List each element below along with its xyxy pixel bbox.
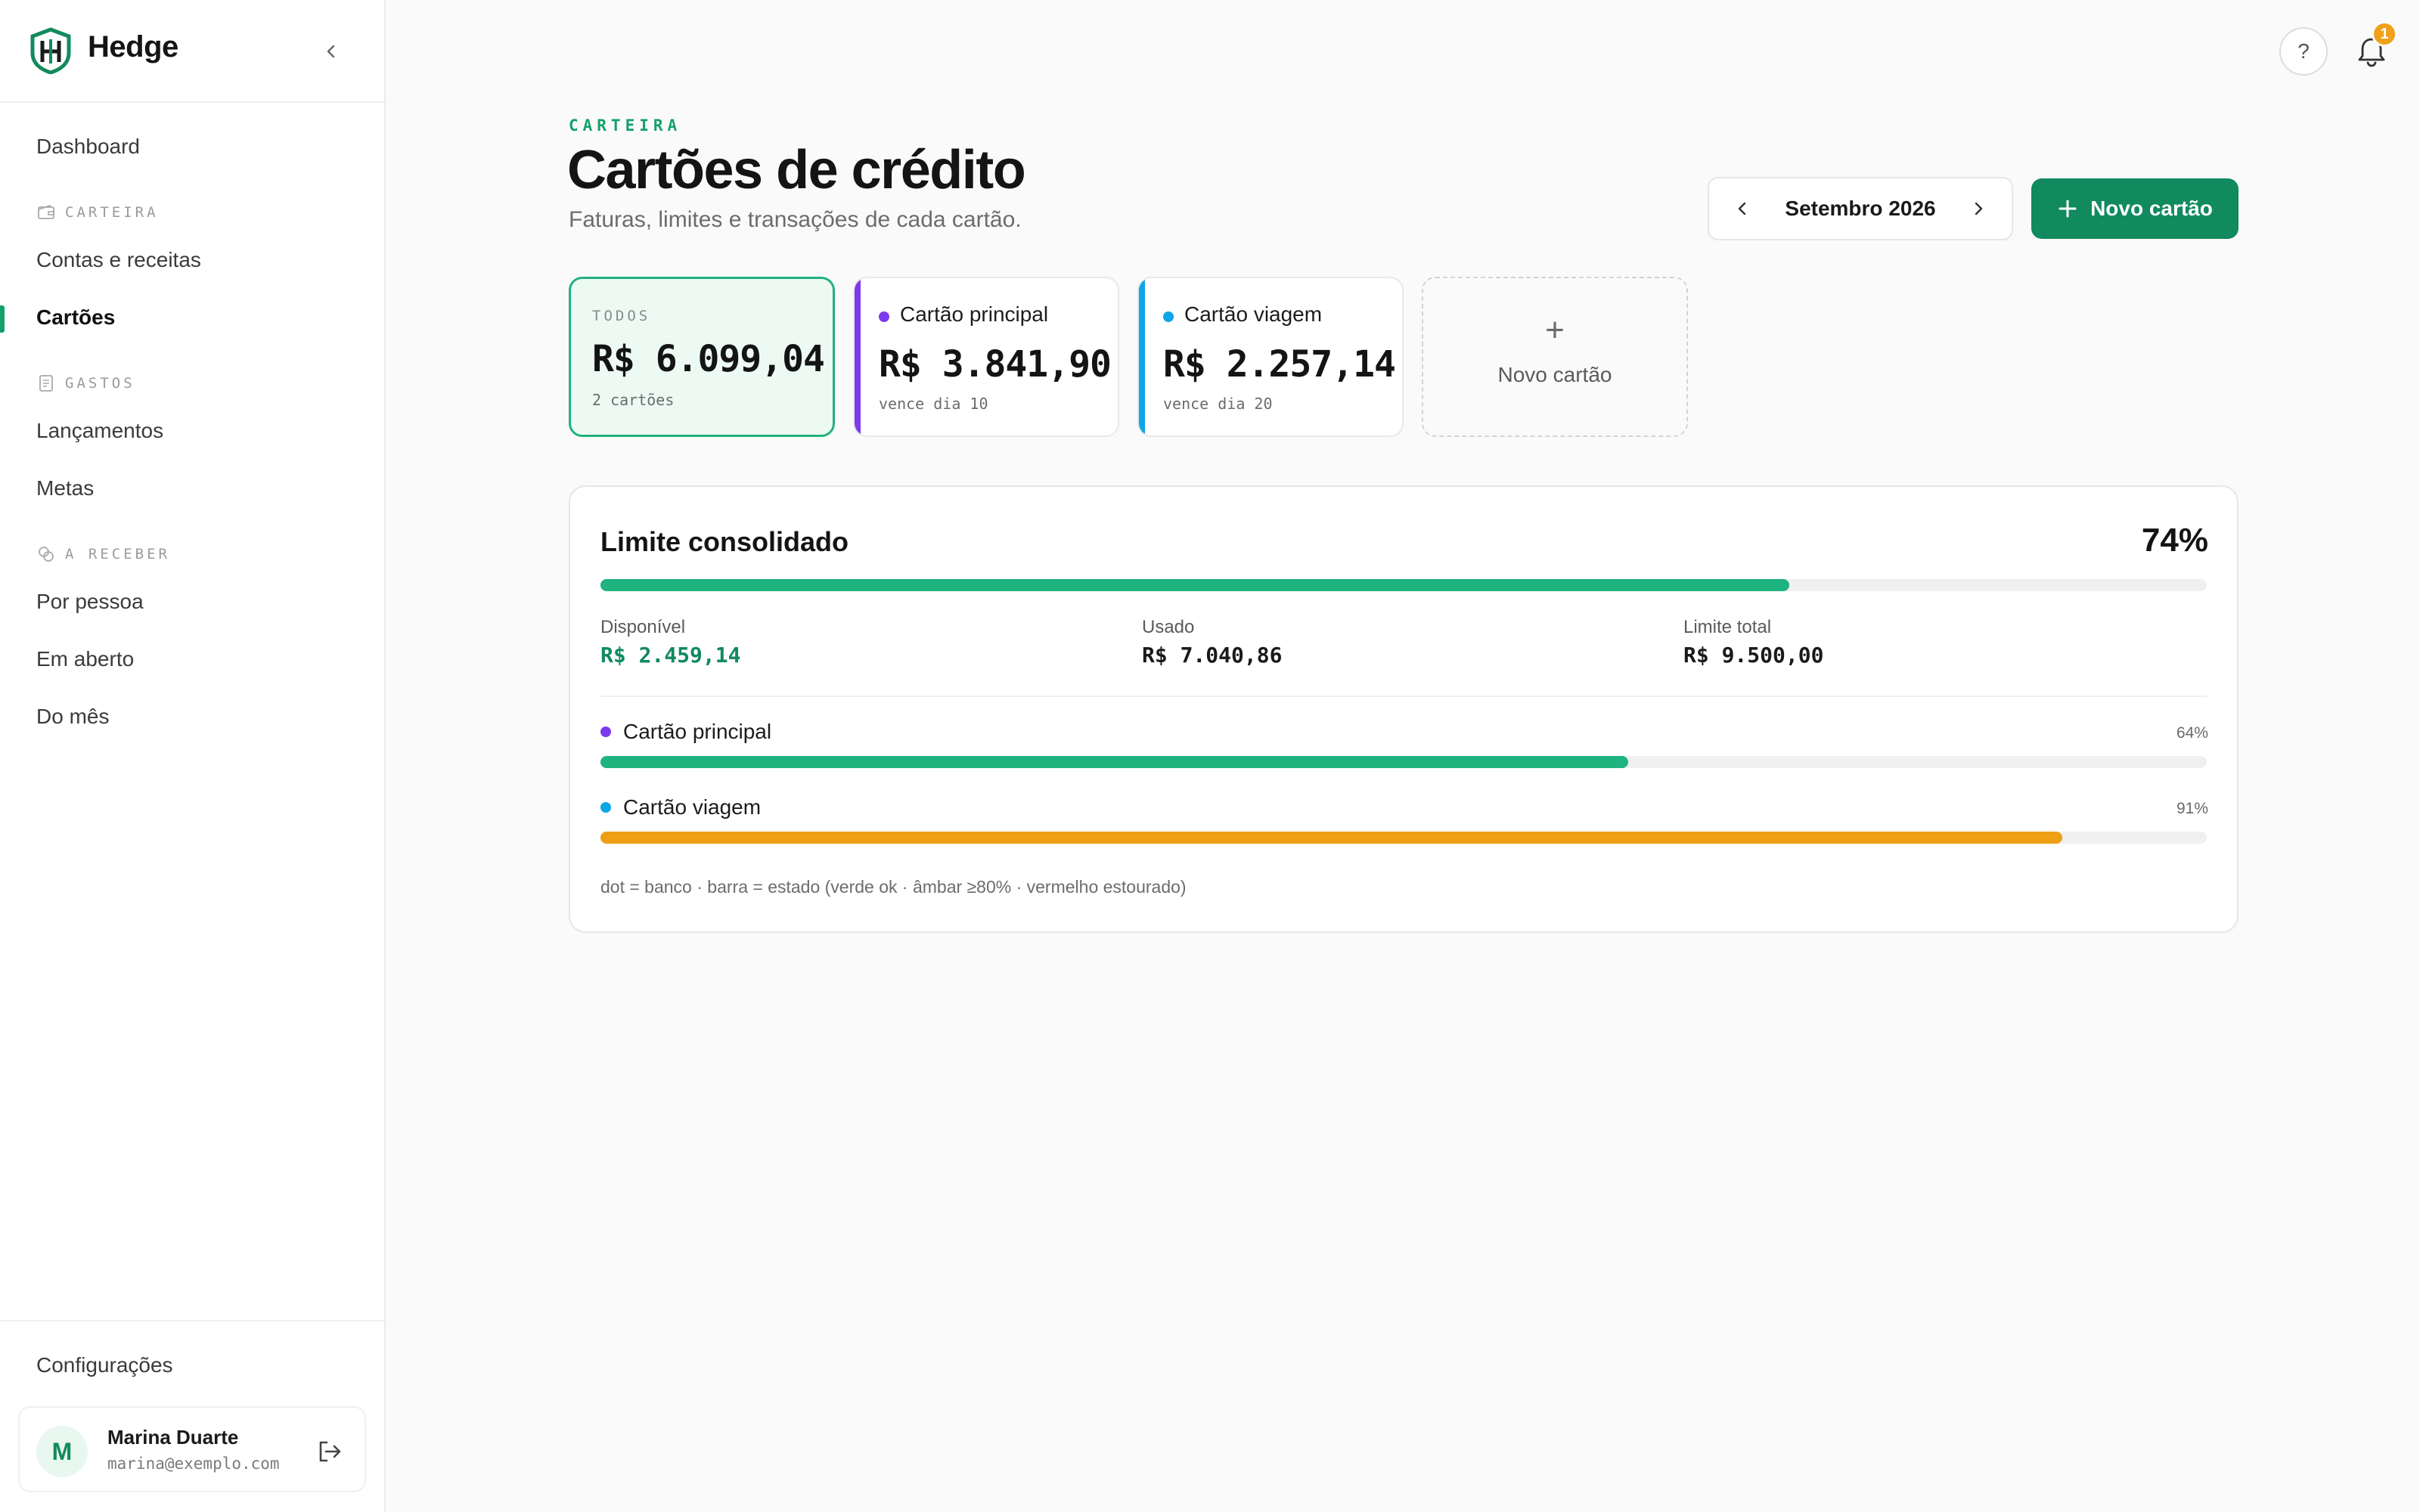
stat-used: Usado R$ 7.040,86 (1142, 617, 1282, 668)
chevron-left-icon (1738, 202, 1746, 215)
nav-contas-e-receitas[interactable]: Contas e receitas (36, 248, 201, 272)
active-indicator (0, 305, 5, 333)
nav-do-mes[interactable]: Do mês (36, 705, 109, 729)
logout-button[interactable] (313, 1435, 346, 1468)
section-label-text: A RECEBER (65, 546, 170, 562)
stat-label: Usado (1142, 617, 1195, 637)
bank-dot (600, 727, 611, 737)
notification-badge: 1 (2372, 21, 2397, 47)
sidebar: Hedge Dashboard CARTEIRA Contas e receit… (0, 0, 386, 1512)
hedge-logo-icon (30, 27, 71, 74)
nav-dashboard[interactable]: Dashboard (36, 135, 140, 159)
wallet-icon (38, 204, 54, 219)
limits-title: Limite consolidado (600, 526, 849, 557)
stat-value: R$ 2.459,14 (600, 643, 741, 668)
row-label-principal: Cartão principal (600, 720, 771, 744)
nav-por-pessoa[interactable]: Por pessoa (36, 590, 144, 614)
stat-label: Limite total (1683, 617, 1772, 637)
card-all[interactable]: TODOS R$ 6.099,04 2 cartões (569, 277, 835, 437)
bank-dot (1163, 311, 1174, 322)
nav-cartoes[interactable]: Cartões (36, 305, 115, 330)
card-amount: R$ 6.099,04 (592, 338, 825, 380)
coins-icon (39, 547, 54, 562)
consolidated-progress-track (600, 579, 2207, 591)
stat-value: R$ 9.500,00 (1683, 643, 1824, 668)
month-picker: Setembro 2026 (1708, 177, 2013, 240)
user-name: Marina Duarte (107, 1426, 239, 1448)
collapse-sidebar-button[interactable] (316, 36, 346, 67)
card-count: 2 cartões (592, 391, 675, 409)
nav-configuracoes[interactable]: Configurações (36, 1353, 173, 1377)
row-percent: 91% (2176, 800, 2208, 817)
card-due: vence dia 10 (879, 395, 988, 413)
card-amount: R$ 2.257,14 (1163, 343, 1396, 386)
card-accent-bar (855, 278, 861, 435)
section-label-text: GASTOS (65, 375, 135, 392)
bank-dot (879, 311, 889, 322)
row-name: Cartão viagem (623, 795, 762, 819)
limits-percent: 74% (2141, 522, 2208, 559)
new-card-button[interactable]: Novo cartão (2031, 178, 2238, 239)
brand-header: Hedge (0, 0, 384, 103)
divider (600, 696, 2207, 697)
month-label: Setembro 2026 (1785, 197, 1936, 220)
card-progress-fill (600, 756, 1629, 768)
page-title: Cartões de crédito (567, 140, 1026, 200)
section-a-receber: A RECEBER (36, 544, 170, 564)
page-subtitle: Faturas, limites e transações de cada ca… (569, 207, 1022, 232)
card-eyebrow: TODOS (592, 308, 651, 324)
new-card-button-label: Novo cartão (2090, 197, 2213, 220)
nav-metas[interactable]: Metas (36, 476, 94, 500)
chevron-right-icon (1975, 202, 1983, 215)
stat-label: Disponível (600, 617, 686, 637)
card-principal[interactable]: Cartão principal R$ 3.841,90 vence dia 1… (853, 277, 1119, 437)
legend-note: dot = banco · barra = estado (verde ok ·… (600, 877, 1187, 897)
card-name: Cartão viagem (1184, 302, 1323, 326)
receipt-icon (39, 375, 53, 392)
prev-month-button[interactable] (1726, 192, 1759, 225)
user-card[interactable]: M Marina Duarte marina@exemplo.com (18, 1406, 366, 1492)
stat-available: Disponível R$ 2.459,14 (600, 617, 740, 668)
card-name: Cartão principal (900, 302, 1049, 326)
brand-name: Hedge (88, 30, 178, 64)
stat-total: Limite total R$ 9.500,00 (1683, 617, 1823, 668)
stat-value: R$ 7.040,86 (1142, 643, 1283, 668)
section-gastos: GASTOS (36, 373, 135, 393)
avatar: M (36, 1426, 88, 1477)
plus-icon (2059, 200, 2077, 218)
section-label-text: CARTEIRA (65, 204, 159, 221)
add-card-tile[interactable]: + Novo cartão (1422, 277, 1688, 437)
section-carteira: CARTEIRA (36, 203, 159, 222)
card-progress-track (600, 756, 2207, 768)
card-progress-fill (600, 832, 2062, 844)
row-name: Cartão principal (623, 720, 772, 743)
add-card-label: Novo cartão (1497, 363, 1612, 386)
chevron-left-icon (327, 45, 335, 58)
card-accent-bar (1139, 278, 1145, 435)
user-email: marina@exemplo.com (107, 1455, 280, 1473)
nav-em-aberto[interactable]: Em aberto (36, 647, 134, 671)
page-eyebrow: CARTEIRA (569, 116, 682, 135)
consolidated-progress-fill (600, 579, 1789, 591)
row-label-viagem: Cartão viagem (600, 795, 761, 820)
card-due: vence dia 20 (1163, 395, 1273, 413)
card-viagem[interactable]: Cartão viagem R$ 2.257,14 vence dia 20 (1137, 277, 1404, 437)
logout-icon (319, 1441, 341, 1462)
bank-dot (600, 802, 611, 813)
divider (0, 1320, 384, 1321)
row-percent: 64% (2176, 724, 2208, 742)
plus-icon: + (1545, 311, 1565, 349)
help-button[interactable]: ? (2279, 27, 2328, 76)
card-amount: R$ 3.841,90 (879, 343, 1112, 386)
nav-lancamentos[interactable]: Lançamentos (36, 419, 163, 443)
limits-panel: Limite consolidado 74% Disponível R$ 2.4… (569, 485, 2238, 933)
next-month-button[interactable] (1962, 192, 1995, 225)
card-progress-track (600, 832, 2207, 844)
